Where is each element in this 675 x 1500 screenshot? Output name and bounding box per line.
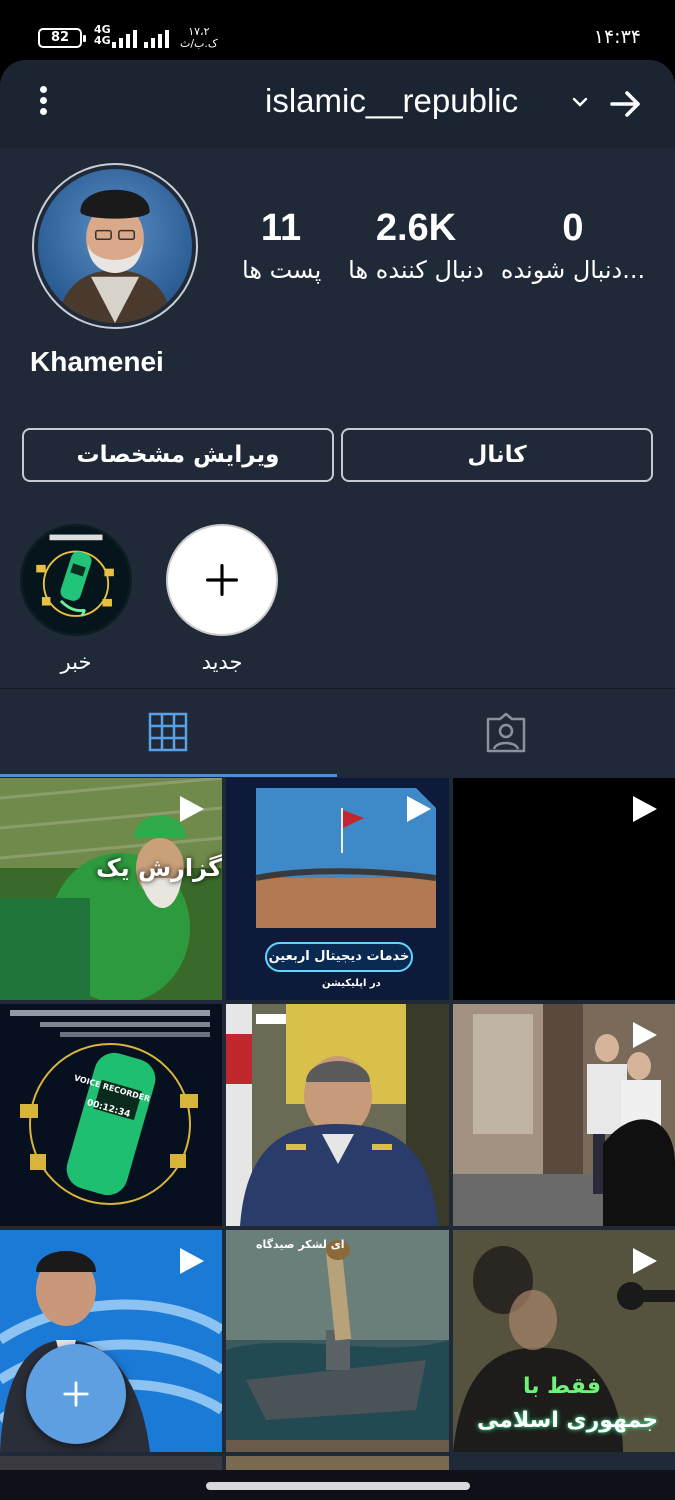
play-icon bbox=[633, 1022, 657, 1048]
post-tile-8[interactable]: ای لشکر صیدگاه bbox=[226, 1230, 449, 1452]
add-highlight-button[interactable] bbox=[166, 524, 278, 636]
stat-following[interactable]: 0 دنبال شونده... bbox=[496, 206, 650, 290]
play-icon bbox=[180, 796, 204, 822]
tab-tagged[interactable] bbox=[338, 689, 675, 777]
stat-followers[interactable]: 2.6K دنبال کننده ها bbox=[340, 206, 492, 290]
profile-tabs bbox=[0, 688, 675, 777]
post-tile-6[interactable] bbox=[453, 1004, 675, 1226]
highlight-new[interactable]: جدید bbox=[166, 524, 278, 674]
post-8-caption: ای لشکر صیدگاه bbox=[256, 1238, 345, 1251]
post-1-caption: گزارش یک bbox=[96, 854, 222, 882]
plus-icon bbox=[206, 564, 238, 596]
post-tile-5[interactable] bbox=[226, 1004, 449, 1226]
channel-button[interactable]: کانال bbox=[341, 428, 653, 482]
profile-name: Khamenei bbox=[30, 346, 164, 377]
home-indicator[interactable] bbox=[206, 1482, 470, 1490]
grid-icon bbox=[148, 712, 188, 752]
signal-1-icon bbox=[112, 28, 137, 48]
play-icon bbox=[633, 796, 657, 822]
highlight-news-cover bbox=[20, 524, 132, 636]
avatar[interactable] bbox=[32, 163, 198, 329]
status-bar: 82 4G 4G ۱۷،۲ ک.ب/ث ۱۴:۳۴ bbox=[0, 0, 675, 60]
play-icon bbox=[180, 1248, 204, 1274]
signal-2-icon bbox=[144, 28, 169, 48]
post-tile-4[interactable]: VOICE RECORDER 00:12:34 bbox=[0, 1004, 222, 1226]
post-tile-9[interactable]: فقط با جمهوری اسلامی bbox=[453, 1230, 675, 1452]
post-tile-2[interactable]: خدمات دیجیتال اربعین در اپلیکیشن bbox=[226, 778, 449, 1000]
clock: ۱۴:۳۴ bbox=[593, 26, 641, 48]
post-2-subcaption: در اپلیکیشن bbox=[322, 978, 381, 989]
post-9-caption: جمهوری اسلامی bbox=[477, 1408, 659, 1433]
post-9-caption-top: فقط با bbox=[523, 1374, 601, 1399]
person-tag-icon bbox=[486, 712, 526, 753]
chevron-down-icon[interactable] bbox=[570, 92, 590, 112]
post-tile-1[interactable]: گزارش یک bbox=[0, 778, 222, 1000]
post-2-caption: خدمات دیجیتال اربعین bbox=[268, 949, 410, 964]
battery-indicator: 82 bbox=[38, 28, 86, 48]
edit-profile-button[interactable]: ویرایش مشخصات bbox=[22, 428, 334, 482]
top-bar: islamic__republic bbox=[0, 60, 675, 148]
arrow-right-icon[interactable] bbox=[606, 84, 646, 124]
network-speed: ۱۷،۲ ک.ب/ث bbox=[180, 25, 218, 50]
network-type: 4G 4G bbox=[94, 23, 111, 47]
stat-posts[interactable]: 11 پست ها bbox=[242, 206, 321, 290]
plus-icon bbox=[63, 1381, 89, 1407]
more-vertical-icon[interactable] bbox=[34, 86, 52, 120]
username-title[interactable]: islamic__republic bbox=[265, 82, 518, 120]
play-icon bbox=[633, 1248, 657, 1274]
highlight-news[interactable]: خبر bbox=[20, 524, 132, 674]
play-icon bbox=[407, 796, 431, 822]
tab-posts-grid[interactable] bbox=[0, 689, 337, 777]
post-tile-3[interactable] bbox=[453, 778, 675, 1000]
add-post-button[interactable] bbox=[26, 1344, 126, 1444]
profile-screen: islamic__republic 11 پست ها 2.6K دنبال ک… bbox=[0, 60, 675, 1500]
